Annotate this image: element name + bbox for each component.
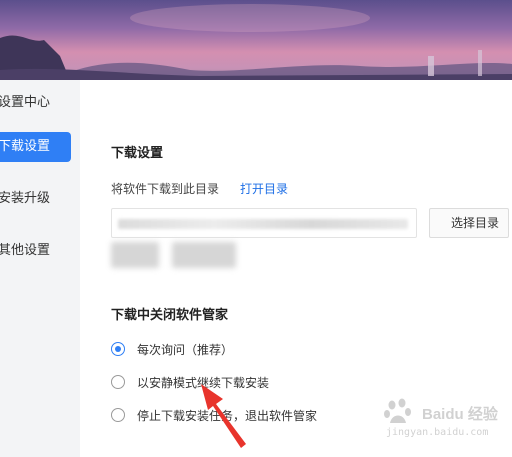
option-ask-every-time[interactable]: 每次询问（推荐）: [111, 340, 233, 358]
sidebar-item-settings-center[interactable]: 设置中心: [0, 88, 80, 118]
close-on-download-title: 下载中关闭软件管家: [111, 308, 229, 323]
baidu-paw-icon: [384, 398, 411, 423]
radio-button[interactable]: [111, 342, 125, 356]
disk-space-redacted: [111, 242, 159, 268]
sidebar: 设置中心 下载设置 安装升级 其他设置: [0, 80, 80, 457]
option-silent-continue[interactable]: 以安静模式继续下载安装: [111, 373, 269, 391]
radio-button[interactable]: [111, 408, 125, 422]
choose-directory-button[interactable]: 选择目录: [429, 208, 509, 238]
watermark-text: Baidu 经验: [422, 406, 498, 423]
path-text-redacted: [118, 219, 408, 229]
disk-space-value-redacted: [172, 242, 236, 268]
option-stop-and-exit[interactable]: 停止下载安装任务，退出软件管家: [111, 406, 317, 424]
landscape-illustration: [0, 4, 512, 80]
sidebar-item-label: 安装升级: [0, 191, 51, 206]
sidebar-item-label: 下载设置: [0, 139, 51, 154]
sidebar-item-install-upgrade[interactable]: 安装升级: [0, 184, 80, 214]
sidebar-item-label: 其他设置: [0, 243, 51, 258]
sidebar-item-download-settings[interactable]: 下载设置: [0, 132, 71, 162]
download-dir-description: 将软件下载到此目录: [111, 182, 220, 196]
download-path-field[interactable]: [111, 208, 417, 238]
option-label: 每次询问（推荐）: [137, 342, 234, 357]
sidebar-item-other-settings[interactable]: 其他设置: [0, 236, 80, 266]
radio-button[interactable]: [111, 375, 125, 389]
sidebar-item-label: 设置中心: [0, 95, 51, 110]
baidu-watermark: Baidu 经验 jingyan.baidu.com: [382, 397, 508, 447]
watermark-url: jingyan.baidu.com: [386, 427, 489, 438]
download-section-title: 下载设置: [111, 146, 164, 161]
header-banner: [0, 0, 512, 80]
choose-directory-label: 选择目录: [450, 216, 499, 230]
open-directory-link[interactable]: 打开目录: [240, 180, 288, 197]
option-label: 以安静模式继续下载安装: [137, 375, 270, 390]
option-label: 停止下载安装任务，退出软件管家: [137, 408, 318, 423]
